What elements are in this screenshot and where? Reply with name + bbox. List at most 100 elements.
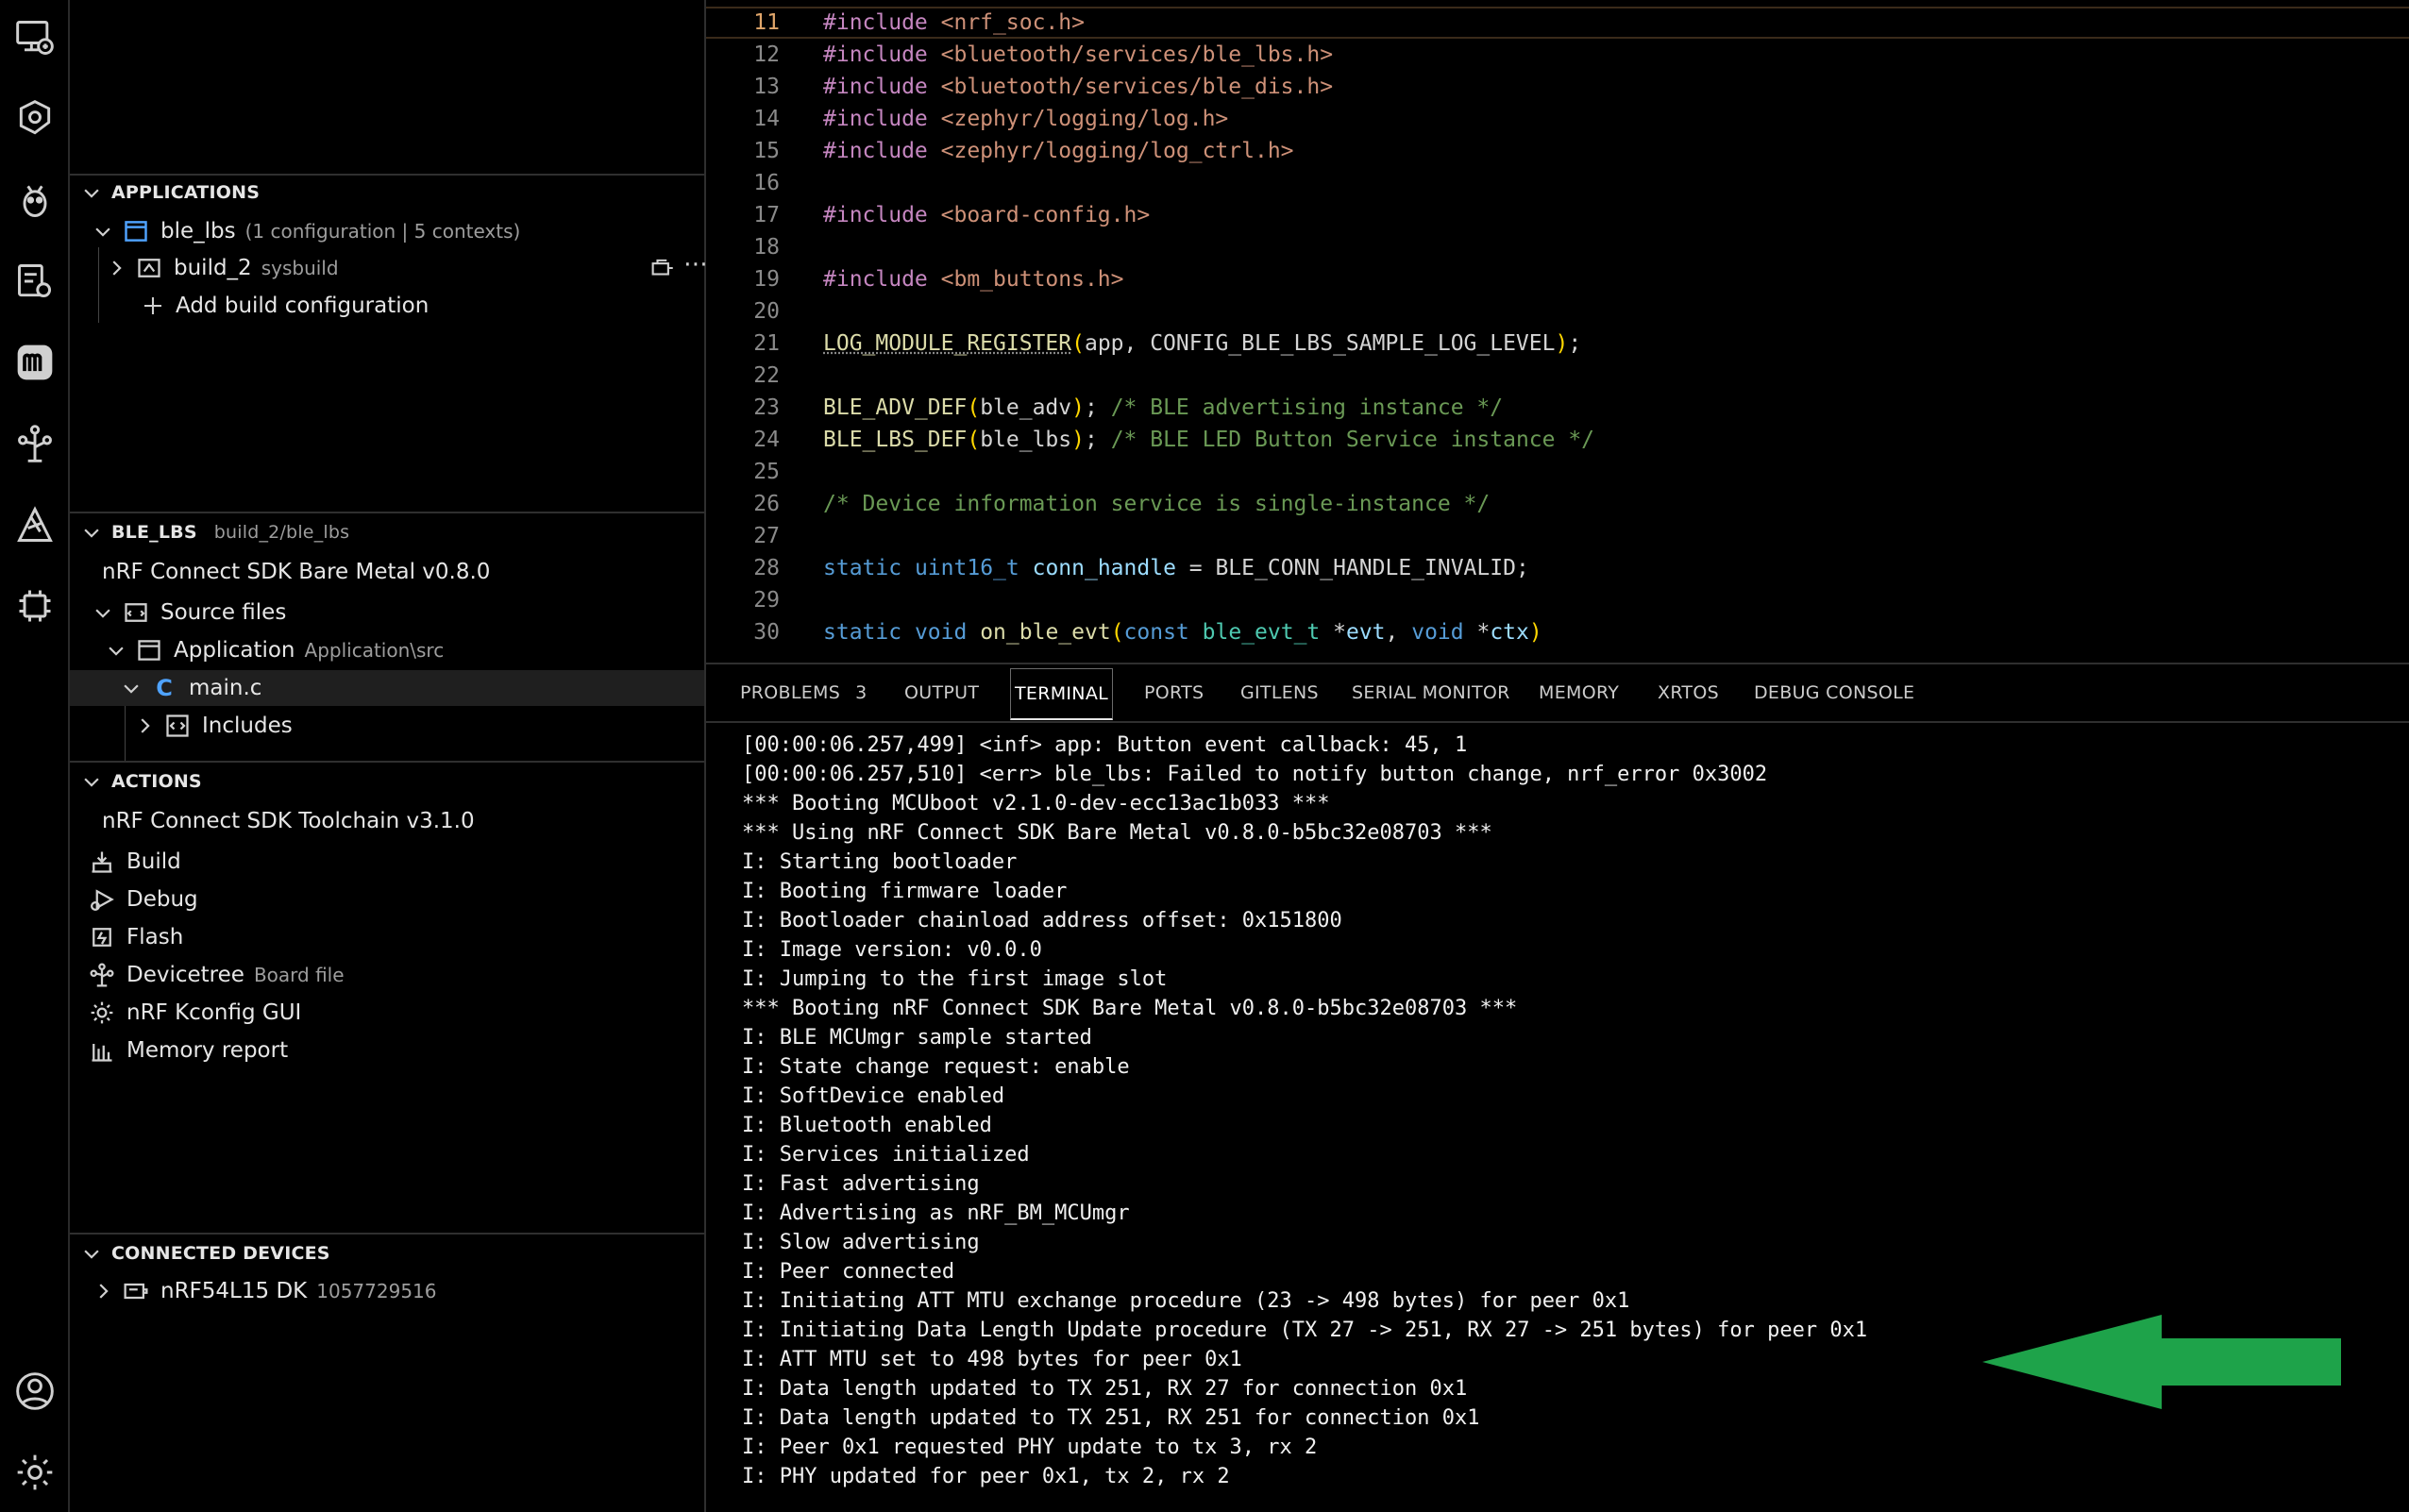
sdk-version: nRF Connect SDK Bare Metal v0.8.0 (102, 560, 491, 584)
panel-tabs: PROBLEMS 3 OUTPUT TERMINAL PORTS GITLENS… (706, 664, 2409, 723)
m-logo-icon[interactable] (0, 332, 70, 393)
chevron-right-icon (106, 258, 126, 278)
terminal-line: *** Booting nRF Connect SDK Bare Metal v… (742, 997, 1518, 1020)
connected-device[interactable]: nRF54L15 DK 1057729516 (93, 1273, 437, 1309)
extensions-icon[interactable] (0, 89, 70, 149)
action-build[interactable]: Build (89, 844, 181, 880)
terminal-line: I: Bootloader chainload address offset: … (742, 909, 1342, 932)
flash-devices-icon[interactable] (651, 256, 676, 280)
chip-icon[interactable] (0, 576, 70, 636)
terminal-line: I: ATT MTU set to 498 bytes for peer 0x1 (742, 1348, 1242, 1371)
file-main-c[interactable]: C main.c (70, 670, 704, 706)
code-line[interactable]: 15 #include <zephyr/logging/log_ctrl.h> (706, 135, 2409, 167)
actions-header[interactable]: ACTIONS (81, 764, 202, 798)
code-line[interactable]: 26 /* Device information service is sing… (706, 488, 2409, 520)
action-debug[interactable]: Debug (89, 882, 198, 917)
connected-devices-header[interactable]: CONNECTED DEVICES (81, 1236, 330, 1270)
manage-gear-icon[interactable] (0, 1442, 70, 1503)
bug-icon[interactable] (0, 170, 70, 230)
code-line[interactable]: 18 (706, 231, 2409, 263)
devicetree-icon[interactable] (0, 413, 70, 474)
tree-guide (125, 706, 126, 763)
tab-ports[interactable]: PORTS (1144, 664, 1204, 721)
terminal-line: I: Starting bootloader (742, 850, 1018, 874)
code-line[interactable]: 17 #include <board-config.h> (706, 199, 2409, 231)
terminal-line: I: Initiating ATT MTU exchange procedure… (742, 1289, 1630, 1313)
code-line[interactable]: 22 (706, 360, 2409, 392)
section-divider (70, 761, 704, 763)
code-line[interactable]: 20 (706, 295, 2409, 328)
more-actions-icon[interactable]: ⋯ (683, 250, 708, 278)
action-memory-report[interactable]: Memory report (89, 1033, 288, 1068)
build-action-icon (89, 848, 115, 875)
tab-terminal[interactable]: TERMINAL (1010, 668, 1114, 720)
remote-explorer-icon[interactable] (0, 8, 70, 68)
tab-problems[interactable]: PROBLEMS 3 (740, 664, 867, 721)
source-files-folder[interactable]: Source files (93, 595, 286, 630)
code-line[interactable]: 13 #include <bluetooth/services/ble_dis.… (706, 71, 2409, 103)
action-devicetree[interactable]: Devicetree Board file (89, 957, 345, 993)
terminal-line: I: Image version: v0.0.0 (742, 938, 1042, 962)
tab-serial-monitor[interactable]: SERIAL MONITOR (1352, 664, 1510, 721)
application-folder[interactable]: Application Application\src (106, 632, 444, 668)
tab-xrtos[interactable]: XRTOS (1658, 664, 1719, 721)
terminal-line: I: Services initialized (742, 1143, 1030, 1167)
flash-action-icon (89, 924, 115, 950)
code-line[interactable]: 21 LOG_MODULE_REGISTER(app, CONFIG_BLE_L… (706, 328, 2409, 360)
tab-memory[interactable]: MEMORY (1539, 664, 1619, 721)
section-divider (70, 512, 704, 513)
code-line[interactable]: 24 BLE_LBS_DEF(ble_lbs); /* BLE LED Butt… (706, 424, 2409, 456)
terminal-line: I: Data length updated to TX 251, RX 251… (742, 1406, 1480, 1430)
chevron-down-icon (81, 1243, 102, 1264)
action-kconfig[interactable]: nRF Kconfig GUI (89, 995, 301, 1031)
code-line[interactable]: 23 BLE_ADV_DEF(ble_adv); /* BLE advertis… (706, 392, 2409, 424)
terminal-line: I: Initiating Data Length Update procedu… (742, 1319, 1868, 1342)
code-line[interactable]: 19 #include <bm_buttons.h> (706, 263, 2409, 295)
terminal-line: I: BLE MCUmgr sample started (742, 1026, 1092, 1050)
application-detail: (1 configuration | 5 contexts) (244, 220, 521, 243)
terminal-line: I: Slow advertising (742, 1231, 980, 1254)
add-build-configuration[interactable]: Add build configuration (142, 288, 429, 324)
code-line[interactable]: 30 static void on_ble_evt(const ble_evt_… (706, 616, 2409, 648)
tab-output[interactable]: OUTPUT (904, 664, 979, 721)
chevron-down-icon (106, 640, 126, 661)
action-flash[interactable]: Flash (89, 919, 183, 955)
includes-folder[interactable]: Includes (134, 708, 293, 744)
terminal-line: *** Using nRF Connect SDK Bare Metal v0.… (742, 821, 1492, 845)
code-line[interactable]: 28 static uint16_t conn_handle = BLE_CON… (706, 552, 2409, 584)
build-configuration-build-2[interactable]: build_2 sysbuild ⋯ (106, 250, 708, 286)
application-ble-lbs[interactable]: ble_lbs (1 configuration | 5 contexts) (93, 213, 520, 249)
code-line[interactable]: 25 (706, 456, 2409, 488)
code-line[interactable]: 12 #include <bluetooth/services/ble_lbs.… (706, 39, 2409, 71)
devicetree-action-icon (89, 962, 115, 988)
terminal-line: [00:00:06.257,499] <inf> app: Button eve… (742, 733, 1468, 757)
terminal-output[interactable]: [00:00:06.257,499] <inf> app: Button eve… (742, 731, 1867, 1491)
ble-lbs-header[interactable]: BLE_LBS build_2/ble_lbs (81, 515, 349, 549)
chevron-right-icon (93, 1281, 113, 1302)
code-line[interactable]: 11 #include <nrf_soc.h> (706, 7, 2409, 39)
kconfig-gear-icon (89, 1000, 115, 1026)
terminal-line: I: Advertising as nRF_BM_MCUmgr (742, 1201, 1130, 1225)
code-line[interactable]: 16 (706, 167, 2409, 199)
sidebar: APPLICATIONS ble_lbs (1 configuration | … (70, 0, 708, 1512)
code-line[interactable]: 14 #include <zephyr/logging/log.h> (706, 103, 2409, 135)
chevron-down-icon (121, 678, 142, 698)
activity-bar (0, 0, 70, 1512)
terminal-line: I: Peer connected (742, 1260, 955, 1284)
code-line[interactable]: 27 (706, 520, 2409, 552)
annotation-arrow-icon (1982, 1315, 2341, 1409)
board-settings-icon[interactable] (0, 251, 70, 311)
account-icon[interactable] (0, 1361, 70, 1421)
tab-gitlens[interactable]: GITLENS (1240, 664, 1319, 721)
nordic-icon[interactable] (0, 495, 70, 555)
code-line[interactable]: 29 (706, 584, 2409, 616)
application-window-icon (136, 637, 162, 664)
applications-header[interactable]: APPLICATIONS (81, 176, 260, 210)
debug-action-icon (89, 886, 115, 913)
build-name: build_2 (174, 256, 252, 280)
tab-debug-console[interactable]: DEBUG CONSOLE (1754, 664, 1914, 721)
code-editor[interactable]: 11 #include <nrf_soc.h> 12 #include <blu… (706, 0, 2409, 663)
application-name: ble_lbs (160, 219, 236, 244)
c-file-icon: C (156, 675, 173, 701)
plus-icon (142, 294, 164, 317)
